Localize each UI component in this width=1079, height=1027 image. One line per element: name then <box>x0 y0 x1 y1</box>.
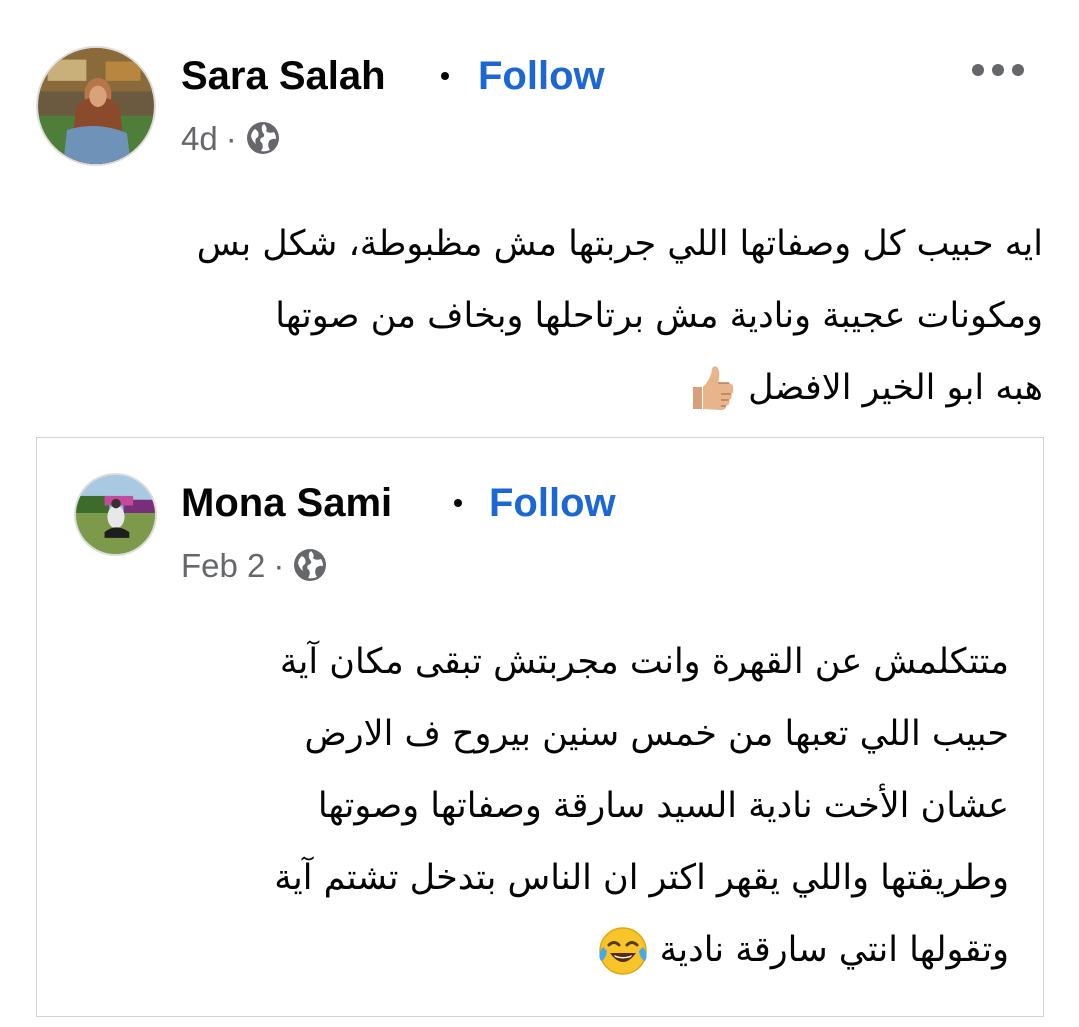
shared-avatar-photo <box>76 475 155 554</box>
globe-icon[interactable] <box>245 120 281 156</box>
post-line-1: ايه حبيب كل وصفاتها اللي جربتها مش مظبوط… <box>196 224 1043 264</box>
shared-line-5-text: وتقولها انتي سارقة نادية <box>659 930 1009 970</box>
post-line-2: ومكونات عجيبة ونادية مش برتاحلها وبخاف م… <box>275 296 1043 336</box>
shared-follow-button[interactable]: Follow <box>489 483 616 523</box>
more-dot <box>992 64 1004 76</box>
shared-line-4: وطريقتها واللي يقهر اكتر ان الناس بتدخل … <box>274 858 1009 898</box>
post-line-3-text: هبه ابو الخير الافضل <box>748 368 1043 408</box>
shared-line-2: حبيب اللي تعبها من خمس سنين بيروح ف الار… <box>304 714 1009 754</box>
more-options-icon[interactable] <box>972 62 1024 78</box>
more-dot <box>972 64 984 76</box>
shared-post-timestamp[interactable]: Feb 2 <box>181 549 265 582</box>
shared-post-body: متتكلمش عن القهرة وانت مجربتش تبقى مكان … <box>129 626 1009 986</box>
shared-meta-separator: · <box>273 546 285 584</box>
meta-separator: · <box>225 119 237 157</box>
name-follow-separator <box>441 72 449 80</box>
globe-icon[interactable] <box>292 547 328 583</box>
author-name[interactable]: Sara Salah <box>181 56 386 96</box>
shared-line-1: متتكلمش عن القهرة وانت مجربتش تبقى مكان … <box>279 642 1009 682</box>
shared-name-follow-separator <box>454 499 462 507</box>
post-body: ايه حبيب كل وصفاتها اللي جربتها مش مظبوط… <box>43 208 1043 424</box>
shared-author-name[interactable]: Mona Sami <box>181 483 392 523</box>
thumbs-up-emoji-icon <box>685 363 737 415</box>
more-dot <box>1012 64 1024 76</box>
post-timestamp[interactable]: 4d <box>181 122 218 155</box>
shared-line-3: عشان الأخت نادية السيد سارقة وصفاتها وصو… <box>317 786 1009 826</box>
shared-post-meta: Feb 2 · <box>181 547 328 583</box>
avatar-photo <box>38 48 154 164</box>
post-line-3: هبه ابو الخير الافضل <box>43 352 1043 424</box>
follow-button[interactable]: Follow <box>478 56 605 96</box>
author-avatar[interactable] <box>36 46 156 166</box>
face-with-tears-of-joy-icon <box>597 925 649 977</box>
shared-author-avatar[interactable] <box>74 473 157 556</box>
shared-line-5: وتقولها انتي سارقة نادية <box>129 914 1009 986</box>
post-meta: 4d · <box>181 120 281 156</box>
